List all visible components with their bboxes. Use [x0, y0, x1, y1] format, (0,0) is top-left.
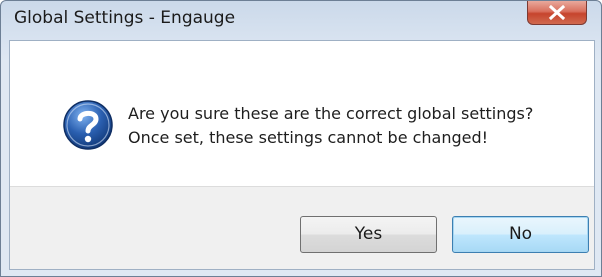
message-text: Are you sure these are the correct globa… — [128, 102, 533, 150]
close-button[interactable] — [527, 1, 587, 25]
button-bar: Yes No — [10, 186, 594, 269]
message-line-2: Once set, these settings cannot be chang… — [128, 128, 489, 147]
message-area: Are you sure these are the correct globa… — [10, 41, 594, 186]
dialog-body: Are you sure these are the correct globa… — [9, 40, 595, 270]
message-line-1: Are you sure these are the correct globa… — [128, 104, 534, 123]
yes-button[interactable]: Yes — [300, 216, 437, 253]
title-bar[interactable]: Global Settings - Engauge — [1, 1, 601, 40]
question-icon — [63, 100, 113, 150]
window-title: Global Settings - Engauge — [14, 8, 236, 28]
dialog-window: Global Settings - Engauge Are you sure t… — [0, 0, 602, 277]
no-button[interactable]: No — [452, 216, 589, 253]
close-icon — [548, 4, 566, 21]
